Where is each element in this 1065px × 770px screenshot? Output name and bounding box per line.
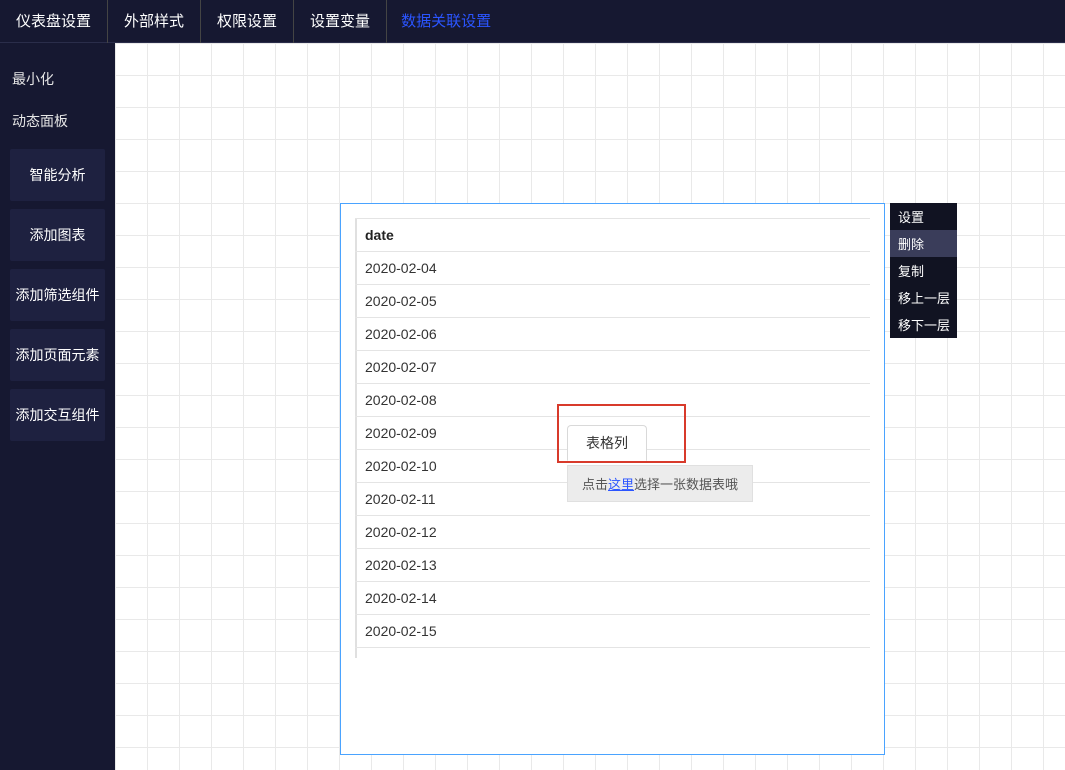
table-column-popup: 表格列 点击这里选择一张数据表哦 [567, 425, 753, 502]
tab-variable-settings[interactable]: 设置变量 [294, 0, 387, 43]
hint-suffix: 选择一张数据表哦 [634, 477, 738, 492]
table-row[interactable]: 2020-02-12 [355, 516, 870, 549]
context-menu-settings[interactable]: 设置 [890, 203, 957, 230]
cell-date: 2020-02-07 [355, 351, 870, 384]
cell-date: 2020-02-15 [355, 615, 870, 648]
popup-hint: 点击这里选择一张数据表哦 [567, 465, 753, 502]
sidebar-btn-add-interactive[interactable]: 添加交互组件 [10, 389, 105, 441]
tab-external-style[interactable]: 外部样式 [108, 0, 201, 43]
table-row[interactable]: 2020-02-15 [355, 615, 870, 648]
sidebar-btn-smart-analysis[interactable]: 智能分析 [10, 149, 105, 201]
cell-date: 2020-02-06 [355, 318, 870, 351]
tab-data-relation-settings[interactable]: 数据关联设置 [387, 0, 505, 43]
sidebar-btn-add-chart[interactable]: 添加图表 [10, 209, 105, 261]
sidebar-minimize[interactable]: 最小化 [0, 59, 115, 99]
cell-date: 2020-02-08 [355, 384, 870, 417]
context-menu: 设置 删除 复制 移上一层 移下一层 [890, 203, 957, 338]
sidebar-btn-add-filter[interactable]: 添加筛选组件 [10, 269, 105, 321]
hint-link-here[interactable]: 这里 [608, 477, 634, 492]
table-row[interactable]: 2020-02-13 [355, 549, 870, 582]
table-row[interactable]: 2020-02-08 [355, 384, 870, 417]
cell-date: 2020-02-05 [355, 285, 870, 318]
cell-date: 2020-02-13 [355, 549, 870, 582]
tab-permission-settings[interactable]: 权限设置 [201, 0, 294, 43]
column-header-date[interactable]: date [355, 219, 870, 252]
table-row[interactable]: 2020-02-06 [355, 318, 870, 351]
body: 最小化 动态面板 智能分析 添加图表 添加筛选组件 添加页面元素 添加交互组件 … [0, 43, 1065, 770]
context-menu-copy[interactable]: 复制 [890, 257, 957, 284]
popup-tab-table-columns[interactable]: 表格列 [567, 425, 647, 461]
table-row[interactable]: 2020-02-07 [355, 351, 870, 384]
context-menu-delete[interactable]: 删除 [890, 230, 957, 257]
table-row[interactable]: 2020-02-14 [355, 582, 870, 615]
canvas[interactable]: date 2020-02-042020-02-052020-02-062020-… [115, 43, 1065, 770]
tab-dashboard-settings[interactable]: 仪表盘设置 [0, 0, 108, 43]
context-menu-move-up[interactable]: 移上一层 [890, 284, 957, 311]
context-menu-move-down[interactable]: 移下一层 [890, 311, 957, 338]
sidebar-btn-add-page-element[interactable]: 添加页面元素 [10, 329, 105, 381]
cell-date: 2020-02-04 [355, 252, 870, 285]
table-row[interactable]: 2020-02-05 [355, 285, 870, 318]
sidebar-section-title: 动态面板 [0, 99, 115, 141]
hint-prefix: 点击 [582, 477, 608, 492]
table-row[interactable]: 2020-02-16 [355, 648, 870, 659]
cell-date: 2020-02-16 [355, 648, 870, 659]
sidebar: 最小化 动态面板 智能分析 添加图表 添加筛选组件 添加页面元素 添加交互组件 [0, 43, 115, 770]
cell-date: 2020-02-14 [355, 582, 870, 615]
table-row[interactable]: 2020-02-04 [355, 252, 870, 285]
table-header-row: date [355, 219, 870, 252]
cell-date: 2020-02-12 [355, 516, 870, 549]
topbar: 仪表盘设置 外部样式 权限设置 设置变量 数据关联设置 [0, 0, 1065, 43]
